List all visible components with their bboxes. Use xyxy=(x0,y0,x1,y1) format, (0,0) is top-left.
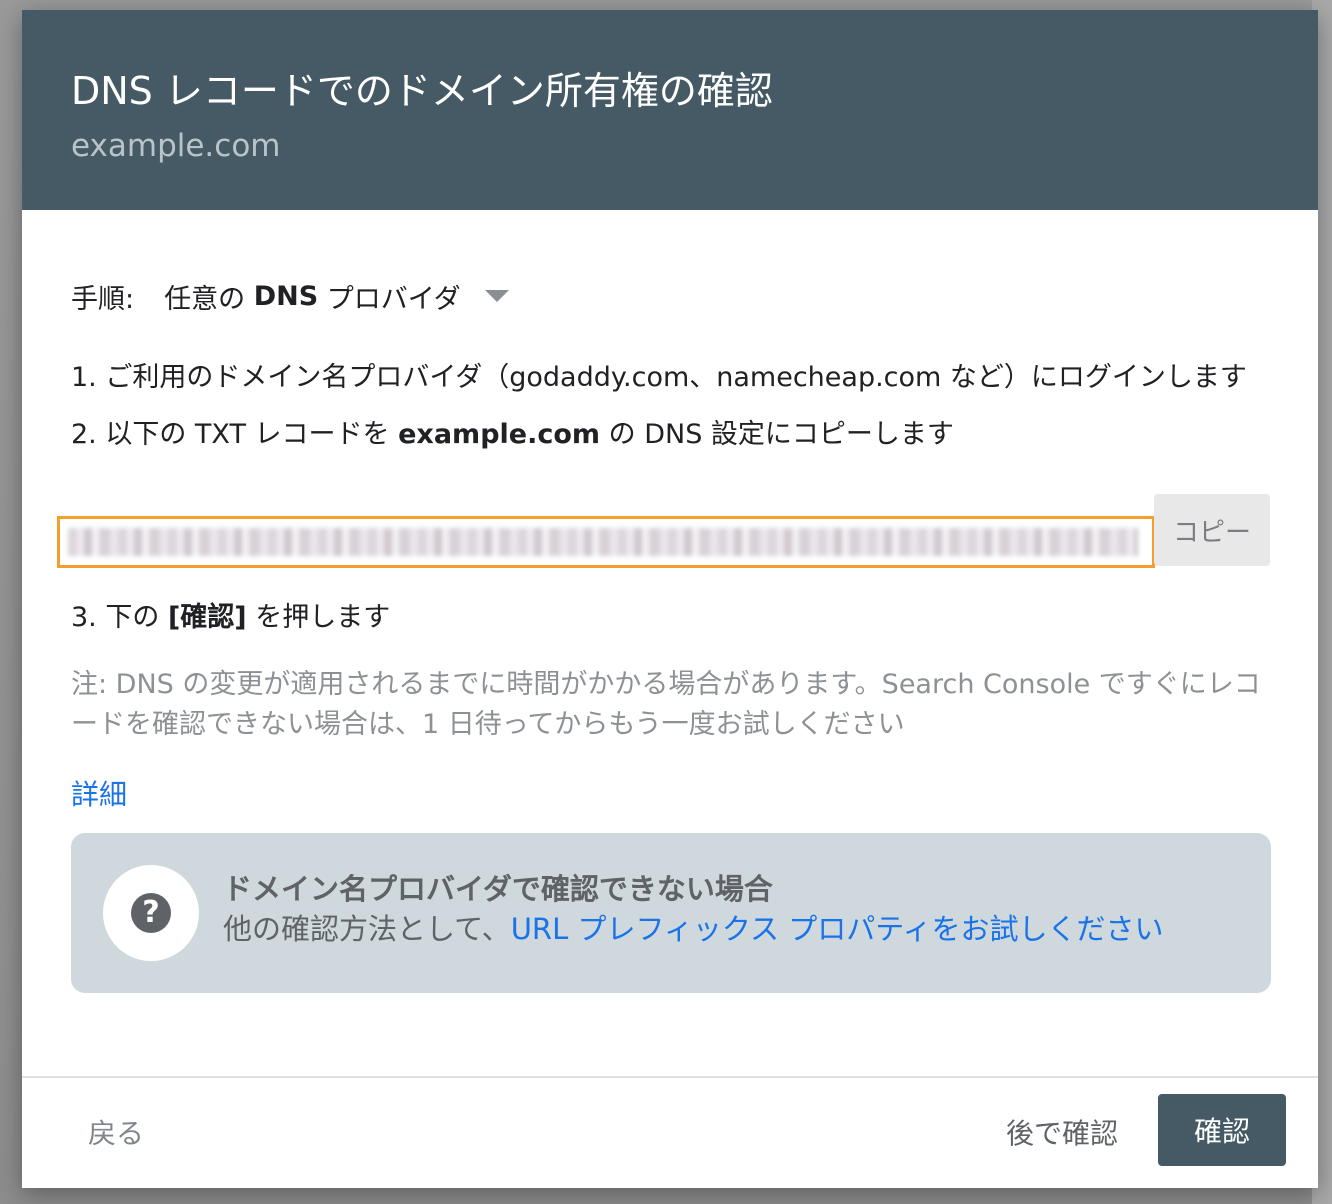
steps-row: 手順: 任意の DNS プロバイダ xyxy=(71,276,1269,316)
step-3-prefix: 3. 下の xyxy=(71,602,160,633)
copy-button[interactable]: コピー xyxy=(1154,494,1270,566)
provider-suffix: プロバイダ xyxy=(326,283,461,315)
dialog-body: 手順: 任意の DNS プロバイダ 1. ご利用のドメイン名プロバイダ（goda… xyxy=(22,276,1318,993)
txt-record-row: コピー xyxy=(57,454,1270,568)
step-2-suffix: の DNS 設定にコピーします xyxy=(608,419,954,450)
step-3-suffix: を押します xyxy=(255,602,391,633)
step-2-prefix: 2. 以下の TXT レコードを xyxy=(71,419,390,450)
step-3: 3. 下の [確認] を押します xyxy=(71,598,1269,637)
step-2-domain: example.com xyxy=(398,419,601,450)
dns-note: 注: DNS の変更が適用されるまでに時間がかかる場合があります。Search … xyxy=(71,669,1261,740)
question-mark-icon: ? xyxy=(131,893,171,933)
chevron-down-icon xyxy=(484,290,509,302)
help-title: ドメイン名プロバイダで確認できない場合 xyxy=(223,872,773,906)
provider-select[interactable]: 任意の DNS プロバイダ xyxy=(164,277,509,316)
dialog-subtitle: example.com xyxy=(71,128,281,164)
help-desc: 他の確認方法として、URL プレフィックス プロパティをお試しください xyxy=(223,909,1163,949)
confirm-button[interactable]: 確認 xyxy=(1158,1094,1286,1166)
help-text: ドメイン名プロバイダで確認できない場合 他の確認方法として、URL プレフィック… xyxy=(223,869,1163,949)
txt-record-value-blurred xyxy=(68,528,1138,556)
verification-dialog: DNS レコードでのドメイン所有権の確認 example.com 手順: 任意の… xyxy=(22,10,1318,1188)
step-2: 2. 以下の TXT レコードを example.com の DNS 設定にコピ… xyxy=(71,415,1269,454)
dialog-title: DNS レコードでのドメイン所有権の確認 xyxy=(71,69,773,113)
url-prefix-property-link[interactable]: URL プレフィックス プロパティをお試しください xyxy=(511,912,1164,946)
verify-later-button[interactable]: 後で確認 xyxy=(1006,1112,1118,1152)
help-desc-prefix: 他の確認方法として、 xyxy=(223,912,511,946)
step-1: 1. ご利用のドメイン名プロバイダ（godaddy.com、namecheap.… xyxy=(71,362,1247,393)
back-button[interactable]: 戻る xyxy=(88,1112,144,1152)
provider-bold: DNS xyxy=(253,280,319,312)
dialog-header: DNS レコードでのドメイン所有権の確認 example.com xyxy=(22,10,1318,210)
help-avatar: ? xyxy=(103,865,199,961)
dialog-footer: 戻る 後で確認 確認 xyxy=(22,1076,1318,1188)
help-card: ? ドメイン名プロバイダで確認できない場合 他の確認方法として、URL プレフィ… xyxy=(71,833,1271,993)
step-3-confirm-ref: [確認] xyxy=(167,602,247,633)
txt-record-field[interactable] xyxy=(57,516,1155,568)
provider-prefix: 任意の xyxy=(164,283,246,315)
details-link[interactable]: 詳細 xyxy=(71,775,127,815)
steps-label: 手順: xyxy=(71,283,135,315)
